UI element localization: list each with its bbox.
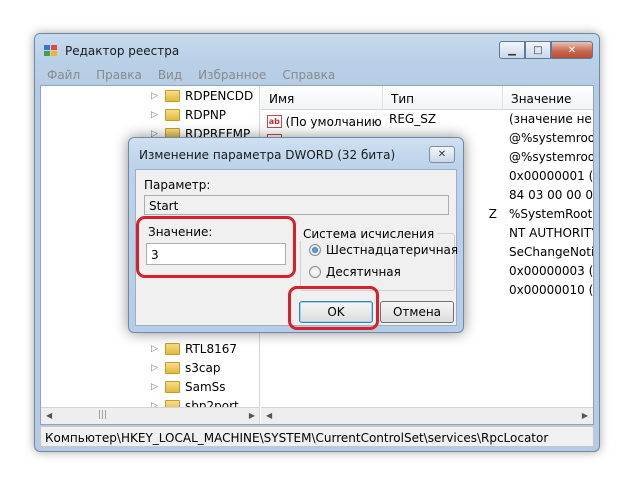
folder-icon [165, 89, 180, 102]
scroll-right-icon[interactable]: ▶ [582, 411, 588, 420]
row-value: 0x00000010 (16) [509, 283, 593, 297]
radio-dec-label: Десятичная [326, 265, 401, 279]
radio-selected-icon[interactable] [309, 244, 321, 256]
radio-hex-label: Шестнадцатеричная [326, 243, 459, 257]
menu-edit[interactable]: Правка [88, 64, 150, 84]
base-group-label: Система исчисления [300, 227, 438, 241]
radio-unselected-icon[interactable] [309, 266, 321, 278]
radio-hexadecimal[interactable]: Шестнадцатеричная [309, 243, 458, 257]
column-value[interactable]: Значение [503, 86, 593, 109]
cancel-button[interactable]: Отмена [380, 301, 454, 323]
dialog-body: Параметр: Start Значение: 3 Система исчи… [135, 169, 458, 326]
row-value: %SystemRoot% [509, 207, 593, 221]
folder-icon [165, 380, 180, 393]
row-type: REG_SZ [389, 112, 437, 126]
menu-file[interactable]: Файл [39, 64, 88, 84]
expand-arrow-icon[interactable]: ▷ [151, 91, 161, 101]
tree-item-samss[interactable]: ▷ SamSs [151, 378, 226, 395]
scroll-left-icon[interactable]: ◀ [46, 411, 52, 420]
tree-item-label: RDPNP [185, 107, 227, 122]
maximize-button[interactable]: □ [525, 41, 551, 59]
row-value: SeChangeNotif [509, 245, 593, 259]
caption-buttons: ▁ □ ✕ [499, 41, 593, 60]
ok-button[interactable]: OK [299, 301, 373, 323]
expand-arrow-icon[interactable]: ▷ [151, 110, 161, 120]
row-value: 0x00000003 (3) [509, 264, 593, 278]
row-value: (значение не п [509, 112, 593, 126]
status-bar-path: Компьютер\HKEY_LOCAL_MACHINE\SYSTEM\Curr… [40, 426, 594, 447]
row-value: @%systemroot [509, 131, 593, 145]
scroll-right-icon[interactable]: ▶ [249, 411, 255, 420]
expand-arrow-icon[interactable]: ▷ [151, 382, 161, 392]
row-value: @%systemroot [509, 150, 593, 164]
tree-item-rdpencdd[interactable]: ▷ RDPENCDD [151, 87, 253, 104]
registry-editor-icon [44, 45, 57, 56]
tree-item-rtl8167[interactable]: ▷ RTL8167 [151, 340, 237, 357]
maximize-icon: □ [533, 44, 543, 56]
dialog-title: Изменение параметра DWORD (32 бита) [139, 148, 396, 162]
radio-decimal[interactable]: Десятичная [309, 265, 401, 279]
menu-help[interactable]: Справка [274, 64, 343, 84]
title-bar[interactable]: Редактор реестра ▁ □ ✕ [35, 34, 599, 64]
menu-view[interactable]: Вид [150, 64, 190, 84]
close-icon: ✕ [567, 44, 577, 56]
value-label: Значение: [148, 225, 213, 239]
window-title: Редактор реестра [65, 44, 180, 58]
expand-arrow-icon[interactable]: ▷ [151, 344, 161, 354]
row-value: NT AUTHORITY [509, 226, 593, 240]
minimize-icon: ▁ [508, 44, 516, 56]
value-input[interactable]: 3 [146, 243, 286, 265]
tree-item-s3cap[interactable]: ▷ s3cap [151, 359, 220, 376]
menu-favorites[interactable]: Избранное [190, 64, 274, 84]
minimize-button[interactable]: ▁ [499, 41, 525, 59]
edit-dword-dialog: Изменение параметра DWORD (32 бита) ✕ Па… [128, 137, 464, 333]
tree-horizontal-scrollbar[interactable]: ◀ ||| ▶ [41, 407, 259, 424]
row-value: 84 03 00 00 00 0 [509, 188, 593, 202]
string-value-icon: ab [267, 115, 282, 128]
tree-item-label: RTL8167 [185, 341, 238, 356]
dialog-close-button[interactable]: ✕ [429, 146, 455, 163]
param-name-field: Start [144, 195, 449, 215]
folder-icon [165, 108, 180, 121]
folder-icon [165, 342, 180, 355]
param-label: Параметр: [144, 178, 211, 192]
list-row[interactable]: ab(По умолчанию) REG_SZ (значение не п [261, 112, 593, 131]
tree-item-label: RDPENCDD [185, 88, 254, 103]
list-header: Имя Тип Значение [261, 86, 593, 110]
list-horizontal-scrollbar[interactable]: ◀ ▶ [261, 407, 593, 424]
row-value: 0x00000001 (1) [509, 169, 593, 183]
close-icon: ✕ [437, 149, 447, 160]
row-name: (По умолчанию) [285, 114, 383, 129]
scroll-left-icon[interactable]: ◀ [266, 411, 272, 420]
scroll-thumb-grip-icon[interactable]: ||| [98, 410, 107, 420]
column-type[interactable]: Тип [383, 86, 503, 109]
close-button[interactable]: ✕ [551, 41, 593, 59]
folder-icon [165, 361, 180, 374]
tree-item-label: s3cap [185, 360, 221, 375]
column-name[interactable]: Имя [261, 86, 383, 109]
menu-bar: Файл Правка Вид Избранное Справка [39, 64, 343, 84]
tree-item-label: SamSs [185, 379, 226, 394]
expand-arrow-icon[interactable]: ▷ [151, 363, 161, 373]
tree-item-rdpnp[interactable]: ▷ RDPNP [151, 106, 226, 123]
base-groupbox [300, 233, 455, 291]
